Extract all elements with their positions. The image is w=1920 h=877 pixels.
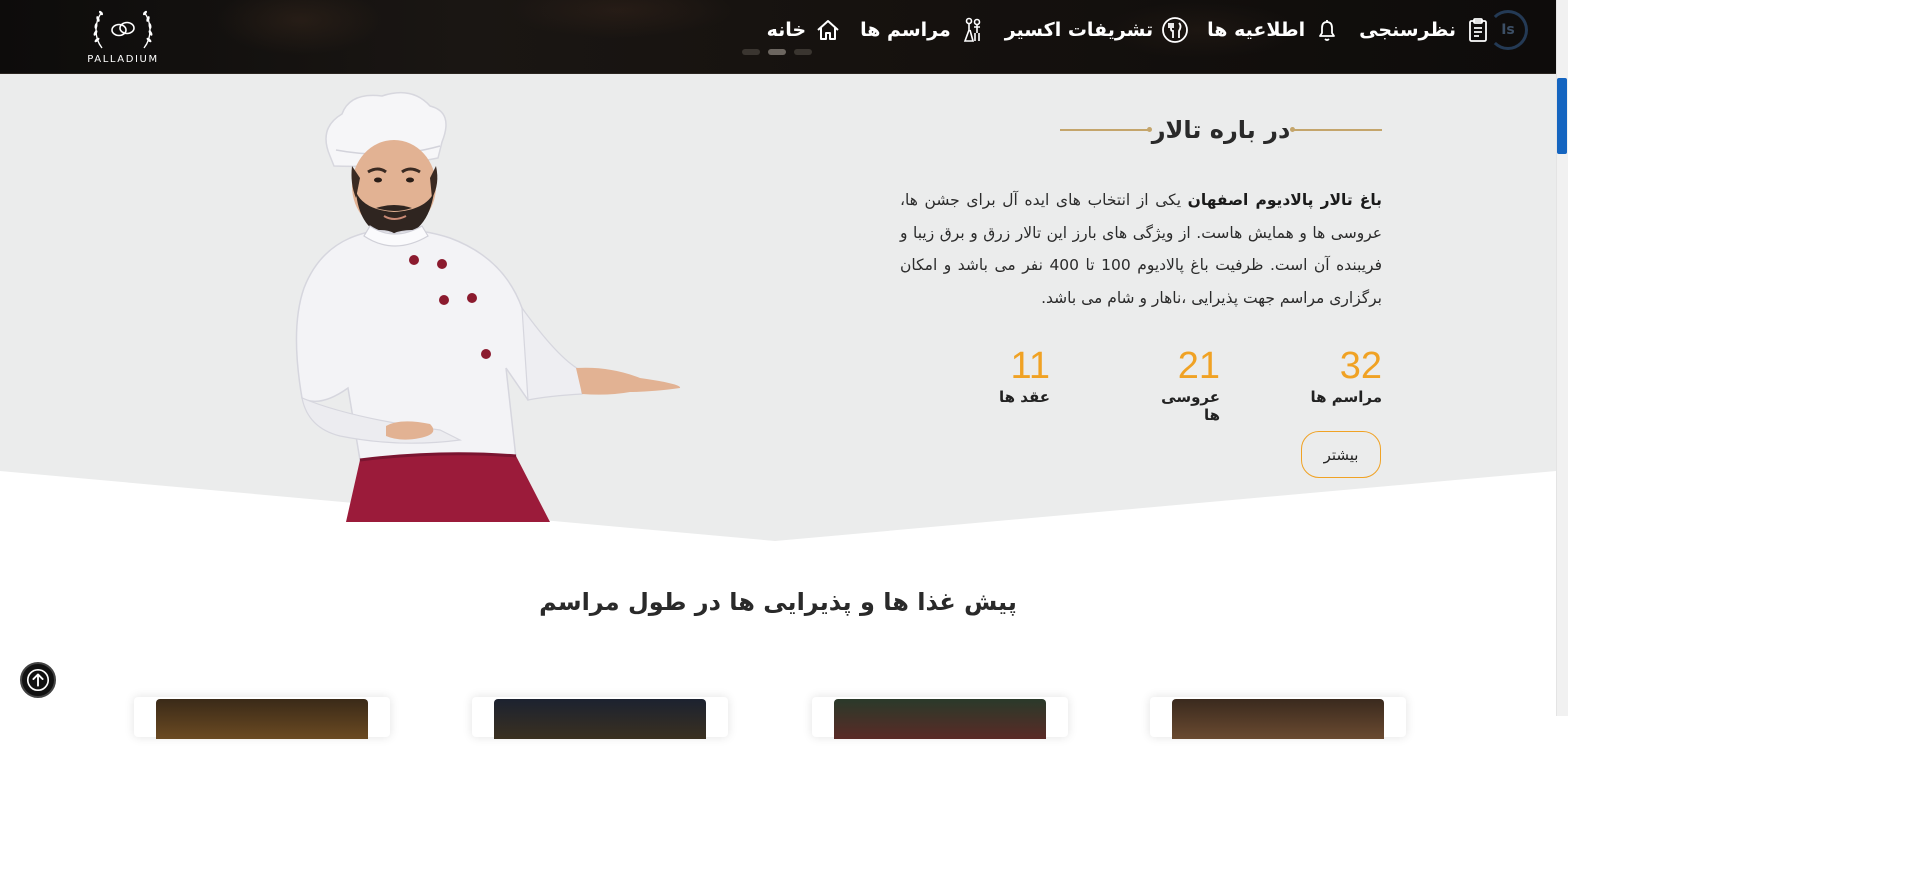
loading-spinner: Is	[1488, 10, 1528, 50]
nav-label-home: خانه	[766, 19, 807, 41]
stat-label: عقد ها	[999, 388, 1050, 406]
nav-item-survey[interactable]: نظرسنجی	[1359, 16, 1492, 44]
about-title: در باره تالار	[1151, 116, 1291, 144]
appetizer-card-image	[494, 699, 706, 739]
nav-label-survey: نظرسنجی	[1359, 19, 1456, 41]
slider-dot[interactable]	[742, 49, 760, 55]
title-decor-line-right	[1290, 127, 1382, 132]
appetizer-card[interactable]	[812, 697, 1068, 739]
site-header: PALLADIUM خانه مراسم ها تشریفات اکسیر اط…	[0, 0, 1556, 74]
about-venue-name: باغ تالار پالادیوم اصفهان	[1187, 191, 1382, 209]
appetizer-card[interactable]	[472, 697, 728, 739]
stat-value: 32	[1339, 345, 1382, 387]
nav-label-catering: تشریفات اکسیر	[1004, 19, 1154, 41]
appetizers-title: پیش غذا ها و پذیرایی ها در طول مراسم	[539, 588, 1017, 616]
about-description: باغ تالار پالادیوم اصفهان یکی از انتخاب …	[900, 184, 1382, 314]
wedding-couple-icon	[963, 17, 981, 42]
page-scrollbar[interactable]	[1556, 0, 1568, 716]
stat-value: 11	[1010, 345, 1050, 387]
more-button[interactable]: بیشتر	[1301, 431, 1381, 478]
chef-image	[295, 91, 681, 522]
arrow-up-circle-icon	[26, 668, 50, 692]
bell-icon	[1319, 20, 1336, 41]
back-to-top-button[interactable]	[20, 662, 56, 698]
about-title-row: در باره تالار	[1060, 112, 1382, 148]
appetizer-card[interactable]	[134, 697, 390, 739]
palladium-logo[interactable]: PALLADIUM	[82, 8, 164, 70]
logo-text: PALLADIUM	[87, 54, 159, 65]
nav-item-home[interactable]: خانه	[767, 16, 842, 44]
nav-item-catering[interactable]: تشریفات اکسیر	[1005, 16, 1189, 44]
dining-plate-icon	[1162, 17, 1189, 43]
stat-label: عروسی ها	[1161, 388, 1220, 424]
appetizer-card[interactable]	[1150, 697, 1406, 739]
title-decor-line-left	[1060, 127, 1152, 132]
nav-item-ceremonies[interactable]: مراسم ها	[860, 16, 987, 44]
appetizer-card-image	[156, 699, 368, 739]
scrollbar-thumb[interactable]	[1557, 78, 1567, 154]
loader-text: Is	[1501, 22, 1515, 38]
stat-value: 21	[1177, 345, 1220, 387]
nav-label-announcements: اطلاعیه ها	[1207, 19, 1306, 41]
nav-label-ceremonies: مراسم ها	[860, 19, 951, 41]
home-icon	[817, 20, 839, 40]
stat-engagements: 11 عقد ها	[990, 346, 1050, 406]
stat-weddings: 21 عروسی ها	[1148, 346, 1220, 424]
main-nav: خانه مراسم ها تشریفات اکسیر اطلاعیه ها ن…	[767, 0, 1492, 60]
stat-label: مراسم ها	[1310, 388, 1382, 406]
laurel-rings-icon	[93, 10, 153, 49]
appetizer-card-image	[834, 699, 1046, 739]
stat-ceremonies: 32 مراسم ها	[1310, 346, 1382, 406]
nav-item-announcements[interactable]: اطلاعیه ها	[1207, 16, 1341, 44]
appetizer-card-image	[1172, 699, 1384, 739]
